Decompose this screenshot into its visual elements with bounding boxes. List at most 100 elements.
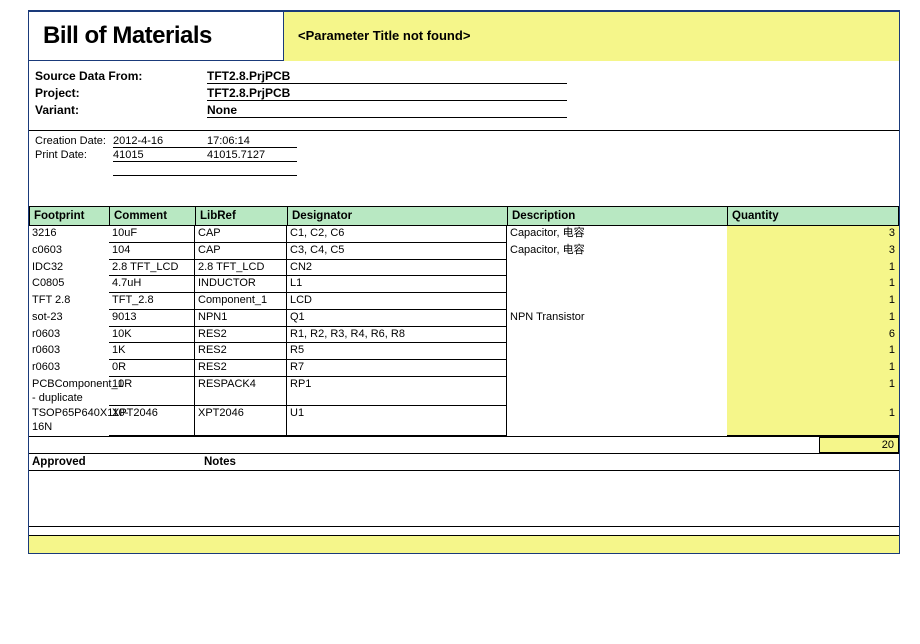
- table-row: r06031KRES2R51: [29, 343, 899, 360]
- creation-time: 17:06:14: [207, 135, 297, 148]
- cell-designator: C3, C4, C5: [287, 243, 507, 260]
- parameter-title: <Parameter Title not found>: [284, 12, 899, 61]
- th-description: Description: [508, 207, 728, 225]
- cell-footprint: IDC32: [29, 260, 109, 277]
- cell-description: NPN Transistor: [507, 310, 727, 327]
- project-row: Project: TFT2.8.PrjPCB: [35, 86, 893, 101]
- cell-libref: RES2: [195, 327, 287, 344]
- th-libref: LibRef: [196, 207, 288, 225]
- cell-designator: Q1: [287, 310, 507, 327]
- table-header: Footprint Comment LibRef Designator Desc…: [29, 206, 899, 226]
- table-row: r06030RRES2R7 1: [29, 360, 899, 377]
- bom-page: Bill of Materials <Parameter Title not f…: [0, 0, 920, 644]
- table-row: sot-239013NPN1Q1NPN Transistor1: [29, 310, 899, 327]
- project-label: Project:: [35, 86, 207, 101]
- cell-description: [507, 406, 727, 436]
- cell-footprint: r0603: [29, 327, 109, 344]
- cell-libref: RESPACK4: [195, 377, 287, 407]
- cell-footprint: r0603: [29, 343, 109, 360]
- project-value: TFT2.8.PrjPCB: [207, 86, 567, 101]
- cell-libref: 2.8 TFT_LCD: [195, 260, 287, 277]
- cell-comment: 10R: [109, 377, 195, 407]
- dates: Creation Date: 2012-4-16 17:06:14 Print …: [29, 130, 899, 180]
- cell-comment: 2.8 TFT_LCD: [109, 260, 195, 277]
- cell-libref: CAP: [195, 243, 287, 260]
- cell-footprint: TSOP65P640X110-16N: [29, 406, 109, 436]
- cell-comment: XPT2046: [109, 406, 195, 436]
- cell-libref: RES2: [195, 343, 287, 360]
- table-body: 321610uFCAPC1, C2, C6Capacitor, 电容3c0603…: [29, 226, 899, 436]
- cell-comment: 0R: [109, 360, 195, 377]
- table-row: IDC322.8 TFT_LCD2.8 TFT_LCDCN21: [29, 260, 899, 277]
- metadata: Source Data From: TFT2.8.PrjPCB Project:…: [29, 61, 899, 124]
- table-row: C08054.7uHINDUCTORL11: [29, 276, 899, 293]
- print-time: 41015.7127: [207, 149, 297, 162]
- creation-date: 2012-4-16: [113, 135, 207, 148]
- cell-quantity: 3: [727, 243, 899, 260]
- cell-footprint: 3216: [29, 226, 109, 243]
- cell-libref: XPT2046: [195, 406, 287, 436]
- cell-designator: C1, C2, C6: [287, 226, 507, 243]
- cell-quantity: 1: [727, 406, 899, 436]
- cell-libref: RES2: [195, 360, 287, 377]
- cell-footprint: c0603: [29, 243, 109, 260]
- approved-row: Approved Notes: [29, 453, 899, 471]
- cell-quantity: 1: [727, 360, 899, 377]
- cell-libref: INDUCTOR: [195, 276, 287, 293]
- cell-description: [507, 343, 727, 360]
- cell-description: [507, 260, 727, 277]
- title: Bill of Materials: [29, 12, 284, 61]
- cell-quantity: 1: [727, 260, 899, 277]
- footer-bar: [29, 535, 899, 553]
- cell-footprint: r0603: [29, 360, 109, 377]
- cell-libref: Component_1: [195, 293, 287, 310]
- table-row: TSOP65P640X110-16NXPT2046XPT2046U11: [29, 406, 899, 436]
- source-value: TFT2.8.PrjPCB: [207, 69, 567, 84]
- source-row: Source Data From: TFT2.8.PrjPCB: [35, 69, 893, 84]
- cell-description: Capacitor, 电容: [507, 243, 727, 260]
- cell-description: [507, 293, 727, 310]
- table-row: 321610uFCAPC1, C2, C6Capacitor, 电容3: [29, 226, 899, 243]
- variant-row: Variant: None: [35, 103, 893, 118]
- cell-quantity: 3: [727, 226, 899, 243]
- cell-designator: LCD: [287, 293, 507, 310]
- cell-comment: 10uF: [109, 226, 195, 243]
- cell-designator: R1, R2, R3, R4, R6, R8: [287, 327, 507, 344]
- cell-footprint: C0805: [29, 276, 109, 293]
- cell-libref: NPN1: [195, 310, 287, 327]
- cell-comment: TFT_2.8: [109, 293, 195, 310]
- cell-quantity: 1: [727, 343, 899, 360]
- bom-frame: Bill of Materials <Parameter Title not f…: [28, 10, 900, 554]
- print-label: Print Date:: [35, 149, 113, 162]
- cell-footprint: PCBComponent_1 - duplicate: [29, 377, 109, 407]
- cell-comment: 9013: [109, 310, 195, 327]
- cell-designator: U1: [287, 406, 507, 436]
- cell-comment: 104: [109, 243, 195, 260]
- variant-value: None: [207, 103, 567, 118]
- th-designator: Designator: [288, 207, 508, 225]
- approved-label: Approved: [32, 456, 204, 468]
- cell-libref: CAP: [195, 226, 287, 243]
- creation-row: Creation Date: 2012-4-16 17:06:14: [35, 135, 893, 148]
- th-footprint: Footprint: [30, 207, 110, 225]
- print-row: Print Date: 41015 41015.7127: [35, 149, 893, 162]
- cell-description: [507, 327, 727, 344]
- th-quantity: Quantity: [728, 207, 898, 225]
- table-row: PCBComponent_1 - duplicate10RRESPACK4RP1…: [29, 377, 899, 407]
- th-comment: Comment: [110, 207, 196, 225]
- notes-box: [29, 471, 899, 527]
- cell-footprint: TFT 2.8: [29, 293, 109, 310]
- cell-quantity: 1: [727, 310, 899, 327]
- cell-description: [507, 377, 727, 407]
- cell-designator: CN2: [287, 260, 507, 277]
- header: Bill of Materials <Parameter Title not f…: [29, 12, 899, 61]
- table-row: r060310KRES2R1, R2, R3, R4, R6, R86: [29, 327, 899, 344]
- creation-label: Creation Date:: [35, 135, 113, 148]
- cell-designator: R5: [287, 343, 507, 360]
- bom-table: Footprint Comment LibRef Designator Desc…: [29, 206, 899, 453]
- print-date: 41015: [113, 149, 207, 162]
- cell-comment: 10K: [109, 327, 195, 344]
- cell-description: [507, 360, 727, 377]
- variant-label: Variant:: [35, 103, 207, 118]
- cell-designator: R7: [287, 360, 507, 377]
